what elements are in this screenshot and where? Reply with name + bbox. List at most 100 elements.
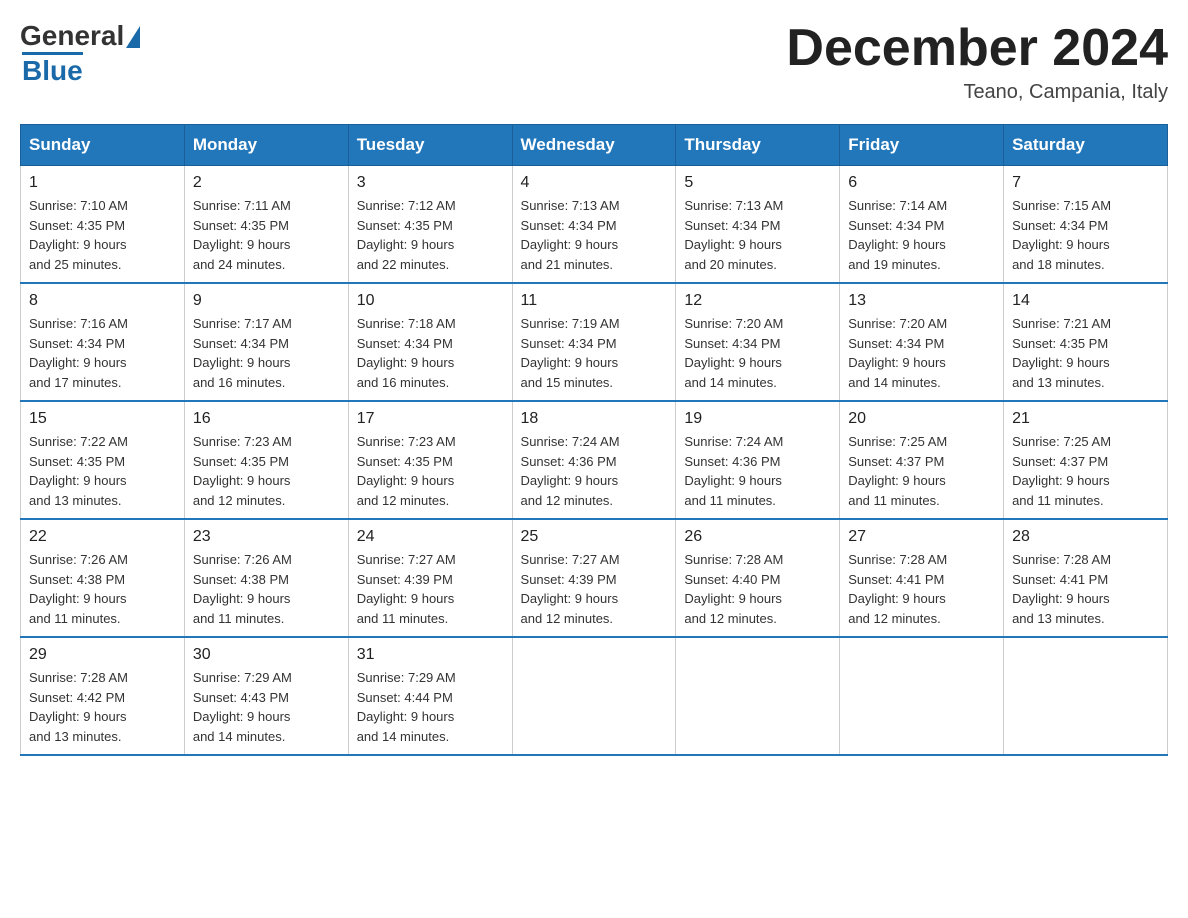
calendar-cell: 25 Sunrise: 7:27 AM Sunset: 4:39 PM Dayl… [512, 519, 676, 637]
day-info: Sunrise: 7:27 AM Sunset: 4:39 PM Dayligh… [357, 550, 504, 628]
week-row-1: 1 Sunrise: 7:10 AM Sunset: 4:35 PM Dayli… [21, 166, 1168, 284]
day-info: Sunrise: 7:15 AM Sunset: 4:34 PM Dayligh… [1012, 196, 1159, 274]
calendar-cell: 28 Sunrise: 7:28 AM Sunset: 4:41 PM Dayl… [1004, 519, 1168, 637]
logo-blue-text: Blue [22, 52, 83, 87]
calendar-cell: 31 Sunrise: 7:29 AM Sunset: 4:44 PM Dayl… [348, 637, 512, 755]
day-number: 11 [521, 292, 668, 310]
day-info: Sunrise: 7:22 AM Sunset: 4:35 PM Dayligh… [29, 432, 176, 510]
day-info: Sunrise: 7:20 AM Sunset: 4:34 PM Dayligh… [684, 314, 831, 392]
day-number: 12 [684, 292, 831, 310]
day-info: Sunrise: 7:18 AM Sunset: 4:34 PM Dayligh… [357, 314, 504, 392]
calendar-cell: 18 Sunrise: 7:24 AM Sunset: 4:36 PM Dayl… [512, 401, 676, 519]
logo-triangle-icon [126, 26, 140, 48]
calendar-cell: 23 Sunrise: 7:26 AM Sunset: 4:38 PM Dayl… [184, 519, 348, 637]
day-info: Sunrise: 7:24 AM Sunset: 4:36 PM Dayligh… [684, 432, 831, 510]
day-info: Sunrise: 7:11 AM Sunset: 4:35 PM Dayligh… [193, 196, 340, 274]
calendar-cell: 2 Sunrise: 7:11 AM Sunset: 4:35 PM Dayli… [184, 166, 348, 284]
day-info: Sunrise: 7:26 AM Sunset: 4:38 PM Dayligh… [29, 550, 176, 628]
day-info: Sunrise: 7:19 AM Sunset: 4:34 PM Dayligh… [521, 314, 668, 392]
weekday-header-thursday: Thursday [676, 125, 840, 166]
weekday-header-monday: Monday [184, 125, 348, 166]
calendar-cell: 13 Sunrise: 7:20 AM Sunset: 4:34 PM Dayl… [840, 283, 1004, 401]
day-number: 8 [29, 292, 176, 310]
day-number: 16 [193, 410, 340, 428]
day-number: 25 [521, 528, 668, 546]
day-number: 14 [1012, 292, 1159, 310]
day-info: Sunrise: 7:23 AM Sunset: 4:35 PM Dayligh… [357, 432, 504, 510]
calendar-cell: 4 Sunrise: 7:13 AM Sunset: 4:34 PM Dayli… [512, 166, 676, 284]
calendar-cell: 21 Sunrise: 7:25 AM Sunset: 4:37 PM Dayl… [1004, 401, 1168, 519]
day-info: Sunrise: 7:16 AM Sunset: 4:34 PM Dayligh… [29, 314, 176, 392]
calendar-cell [676, 637, 840, 755]
day-number: 9 [193, 292, 340, 310]
title-section: December 2024 Teano, Campania, Italy [786, 20, 1168, 104]
week-row-5: 29 Sunrise: 7:28 AM Sunset: 4:42 PM Dayl… [21, 637, 1168, 755]
calendar-cell: 24 Sunrise: 7:27 AM Sunset: 4:39 PM Dayl… [348, 519, 512, 637]
day-number: 29 [29, 646, 176, 664]
calendar-cell: 1 Sunrise: 7:10 AM Sunset: 4:35 PM Dayli… [21, 166, 185, 284]
calendar-cell: 7 Sunrise: 7:15 AM Sunset: 4:34 PM Dayli… [1004, 166, 1168, 284]
day-number: 30 [193, 646, 340, 664]
location-text: Teano, Campania, Italy [786, 81, 1168, 104]
calendar-cell: 9 Sunrise: 7:17 AM Sunset: 4:34 PM Dayli… [184, 283, 348, 401]
day-info: Sunrise: 7:13 AM Sunset: 4:34 PM Dayligh… [521, 196, 668, 274]
calendar-cell: 16 Sunrise: 7:23 AM Sunset: 4:35 PM Dayl… [184, 401, 348, 519]
day-number: 19 [684, 410, 831, 428]
day-info: Sunrise: 7:29 AM Sunset: 4:43 PM Dayligh… [193, 668, 340, 746]
page-header: General Blue December 2024 Teano, Campan… [20, 20, 1168, 104]
day-info: Sunrise: 7:10 AM Sunset: 4:35 PM Dayligh… [29, 196, 176, 274]
day-info: Sunrise: 7:28 AM Sunset: 4:41 PM Dayligh… [1012, 550, 1159, 628]
calendar-cell: 29 Sunrise: 7:28 AM Sunset: 4:42 PM Dayl… [21, 637, 185, 755]
calendar-cell [512, 637, 676, 755]
day-info: Sunrise: 7:17 AM Sunset: 4:34 PM Dayligh… [193, 314, 340, 392]
month-title: December 2024 [786, 20, 1168, 77]
day-number: 7 [1012, 174, 1159, 192]
day-number: 1 [29, 174, 176, 192]
day-info: Sunrise: 7:28 AM Sunset: 4:40 PM Dayligh… [684, 550, 831, 628]
calendar-cell: 3 Sunrise: 7:12 AM Sunset: 4:35 PM Dayli… [348, 166, 512, 284]
day-number: 10 [357, 292, 504, 310]
calendar-cell: 5 Sunrise: 7:13 AM Sunset: 4:34 PM Dayli… [676, 166, 840, 284]
day-info: Sunrise: 7:28 AM Sunset: 4:42 PM Dayligh… [29, 668, 176, 746]
calendar-cell: 10 Sunrise: 7:18 AM Sunset: 4:34 PM Dayl… [348, 283, 512, 401]
calendar-cell: 11 Sunrise: 7:19 AM Sunset: 4:34 PM Dayl… [512, 283, 676, 401]
calendar-cell: 17 Sunrise: 7:23 AM Sunset: 4:35 PM Dayl… [348, 401, 512, 519]
calendar-cell: 6 Sunrise: 7:14 AM Sunset: 4:34 PM Dayli… [840, 166, 1004, 284]
day-number: 23 [193, 528, 340, 546]
calendar-cell: 27 Sunrise: 7:28 AM Sunset: 4:41 PM Dayl… [840, 519, 1004, 637]
day-number: 20 [848, 410, 995, 428]
day-info: Sunrise: 7:12 AM Sunset: 4:35 PM Dayligh… [357, 196, 504, 274]
day-info: Sunrise: 7:27 AM Sunset: 4:39 PM Dayligh… [521, 550, 668, 628]
weekday-header-saturday: Saturday [1004, 125, 1168, 166]
logo: General Blue [20, 20, 140, 87]
calendar-cell [840, 637, 1004, 755]
day-number: 17 [357, 410, 504, 428]
day-number: 27 [848, 528, 995, 546]
day-info: Sunrise: 7:24 AM Sunset: 4:36 PM Dayligh… [521, 432, 668, 510]
day-info: Sunrise: 7:20 AM Sunset: 4:34 PM Dayligh… [848, 314, 995, 392]
day-info: Sunrise: 7:13 AM Sunset: 4:34 PM Dayligh… [684, 196, 831, 274]
calendar-table: SundayMondayTuesdayWednesdayThursdayFrid… [20, 124, 1168, 756]
day-number: 28 [1012, 528, 1159, 546]
day-number: 6 [848, 174, 995, 192]
calendar-cell: 12 Sunrise: 7:20 AM Sunset: 4:34 PM Dayl… [676, 283, 840, 401]
calendar-cell: 19 Sunrise: 7:24 AM Sunset: 4:36 PM Dayl… [676, 401, 840, 519]
weekday-header-tuesday: Tuesday [348, 125, 512, 166]
week-row-4: 22 Sunrise: 7:26 AM Sunset: 4:38 PM Dayl… [21, 519, 1168, 637]
day-number: 13 [848, 292, 995, 310]
calendar-cell: 8 Sunrise: 7:16 AM Sunset: 4:34 PM Dayli… [21, 283, 185, 401]
day-info: Sunrise: 7:28 AM Sunset: 4:41 PM Dayligh… [848, 550, 995, 628]
day-number: 15 [29, 410, 176, 428]
weekday-header-friday: Friday [840, 125, 1004, 166]
calendar-cell: 26 Sunrise: 7:28 AM Sunset: 4:40 PM Dayl… [676, 519, 840, 637]
day-info: Sunrise: 7:23 AM Sunset: 4:35 PM Dayligh… [193, 432, 340, 510]
day-number: 24 [357, 528, 504, 546]
day-info: Sunrise: 7:29 AM Sunset: 4:44 PM Dayligh… [357, 668, 504, 746]
week-row-2: 8 Sunrise: 7:16 AM Sunset: 4:34 PM Dayli… [21, 283, 1168, 401]
day-info: Sunrise: 7:25 AM Sunset: 4:37 PM Dayligh… [1012, 432, 1159, 510]
day-number: 18 [521, 410, 668, 428]
day-info: Sunrise: 7:25 AM Sunset: 4:37 PM Dayligh… [848, 432, 995, 510]
day-info: Sunrise: 7:21 AM Sunset: 4:35 PM Dayligh… [1012, 314, 1159, 392]
day-number: 26 [684, 528, 831, 546]
day-number: 2 [193, 174, 340, 192]
